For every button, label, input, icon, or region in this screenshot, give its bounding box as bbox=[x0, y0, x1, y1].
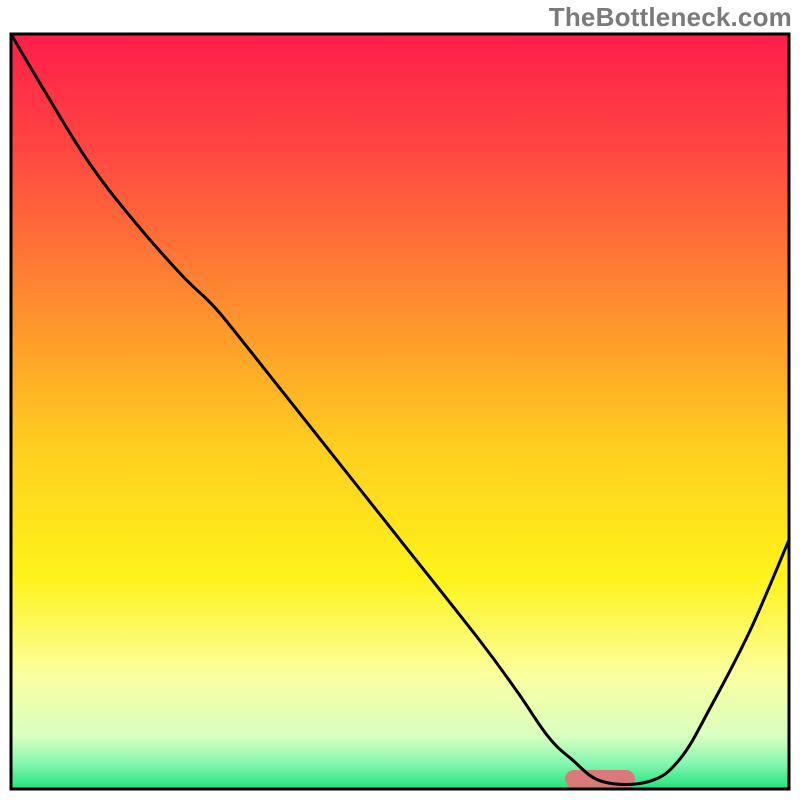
watermark-text: TheBottleneck.com bbox=[549, 2, 792, 33]
chart-container: TheBottleneck.com bbox=[0, 0, 800, 800]
gradient-background bbox=[11, 34, 789, 789]
chart-svg bbox=[0, 0, 800, 800]
